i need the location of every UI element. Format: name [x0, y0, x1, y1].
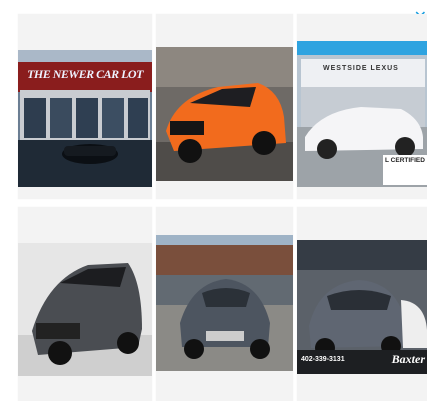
listing-photo[interactable] [156, 235, 293, 371]
listing-photo[interactable] [18, 243, 152, 376]
listing-photo[interactable]: WESTSIDE LEXUS L CERTIFIED [297, 41, 427, 187]
listing-photo[interactable] [156, 47, 293, 181]
listing-card[interactable] [18, 207, 152, 401]
listing-card[interactable]: WESTSIDE LEXUS L CERTIFIED [297, 14, 427, 199]
dealer-sign: WESTSIDE LEXUS [323, 65, 399, 72]
listing-photo[interactable]: 402-339-3131 Baxter [297, 240, 427, 374]
listing-photo[interactable]: THE NEWER CAR LOT [18, 50, 152, 187]
listing-card[interactable] [156, 14, 293, 199]
listing-grid: THE NEWER CAR LOT WESTSIDE LEXUS L CERTI… [0, 0, 427, 401]
dealer-sign: THE NEWER CAR LOT [27, 67, 143, 81]
certified-badge: L CERTIFIED [385, 157, 425, 164]
listing-card[interactable]: THE NEWER CAR LOT [18, 14, 152, 199]
listing-card[interactable] [156, 207, 293, 401]
dealer-name: Baxter [391, 352, 425, 366]
dealer-phone: 402-339-3131 [301, 356, 345, 363]
listing-card[interactable]: 402-339-3131 Baxter [297, 207, 427, 401]
